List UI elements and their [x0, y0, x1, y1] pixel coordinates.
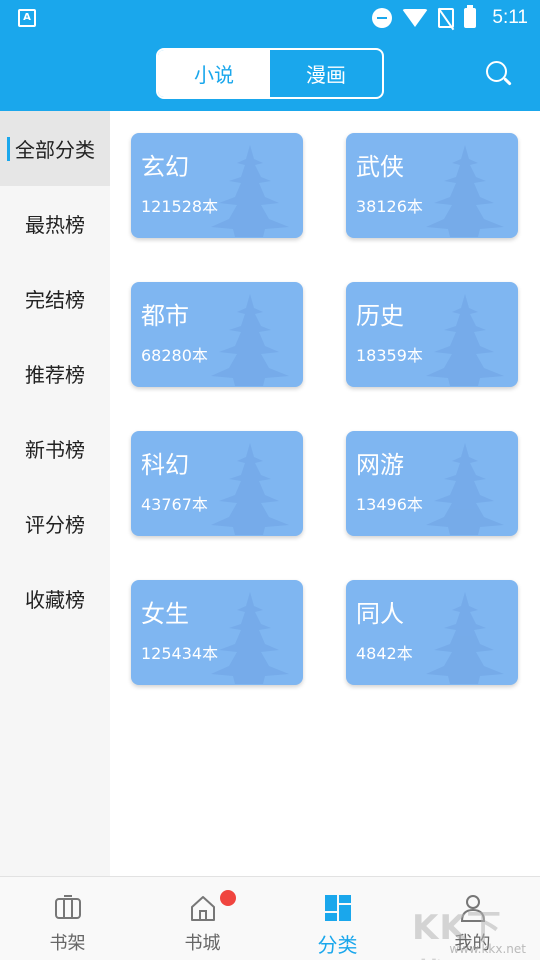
nav-category[interactable]: 分类 — [270, 877, 405, 960]
category-name: 网游 — [356, 451, 404, 479]
category-card[interactable]: 武侠 38126本 — [346, 133, 518, 238]
category-count: 68280本 — [141, 346, 208, 365]
pagoda-decoration-icon — [211, 443, 289, 535]
category-name: 同人 — [356, 600, 404, 628]
category-count: 43767本 — [141, 495, 208, 514]
category-name: 都市 — [141, 302, 189, 330]
status-icons: 5:11 — [372, 5, 528, 30]
bottom-nav: 书架 书城 分类 我的 — [0, 876, 540, 960]
category-count: 38126本 — [356, 197, 423, 216]
category-grid-icon — [324, 895, 351, 921]
pagoda-decoration-icon — [426, 145, 504, 237]
category-card[interactable]: 科幻 43767本 — [131, 431, 303, 536]
category-name: 武侠 — [356, 153, 404, 181]
header: 小说 漫画 — [0, 36, 540, 111]
sidebar-item-favorites[interactable]: 收藏榜 — [0, 561, 110, 636]
nav-label: 书架 — [49, 933, 86, 954]
category-count: 18359本 — [356, 346, 423, 365]
status-bar: A 5:11 — [0, 0, 540, 36]
nav-bookstore[interactable]: 书城 — [135, 877, 270, 960]
pagoda-decoration-icon — [426, 294, 504, 386]
sidebar-item-completed[interactable]: 完结榜 — [0, 261, 110, 336]
sidebar-item-recommended[interactable]: 推荐榜 — [0, 336, 110, 411]
category-count: 125434本 — [141, 644, 219, 663]
category-count: 4842本 — [356, 644, 413, 663]
nav-label: 书城 — [184, 933, 221, 954]
tab-comic[interactable]: 漫画 — [270, 50, 382, 97]
status-time: 5:11 — [492, 7, 528, 28]
nav-bookshelf[interactable]: 书架 — [0, 877, 135, 960]
sidebar-item-new-books[interactable]: 新书榜 — [0, 411, 110, 486]
content-type-switch: 小说 漫画 — [156, 48, 384, 99]
notification-badge — [220, 890, 236, 906]
tab-novel[interactable]: 小说 — [158, 50, 270, 97]
category-name: 玄幻 — [141, 153, 189, 181]
user-icon — [460, 895, 485, 922]
category-count: 121528本 — [141, 197, 219, 216]
pagoda-decoration-icon — [211, 592, 289, 684]
sidebar: 全部分类 最热榜 完结榜 推荐榜 新书榜 评分榜 收藏榜 — [0, 111, 110, 876]
do-not-disturb-icon — [372, 8, 393, 28]
nav-label: 我的 — [454, 933, 491, 954]
nav-profile[interactable]: 我的 — [405, 877, 540, 960]
category-card[interactable]: 历史 18359本 — [346, 282, 518, 387]
pagoda-decoration-icon — [426, 592, 504, 684]
category-name: 科幻 — [141, 451, 189, 479]
category-count: 13496本 — [356, 495, 423, 514]
category-card[interactable]: 都市 68280本 — [131, 282, 303, 387]
category-name: 女生 — [141, 600, 189, 628]
search-icon[interactable] — [486, 61, 512, 87]
category-name: 历史 — [356, 302, 404, 330]
wifi-icon — [402, 9, 429, 27]
category-card[interactable]: 网游 13496本 — [346, 431, 518, 536]
sidebar-item-hottest[interactable]: 最热榜 — [0, 186, 110, 261]
battery-charging-icon — [464, 5, 477, 28]
pagoda-decoration-icon — [211, 145, 289, 237]
category-card[interactable]: 女生 125434本 — [131, 580, 303, 685]
nav-label: 分类 — [317, 933, 358, 957]
category-card[interactable]: 同人 4842本 — [346, 580, 518, 685]
bookshelf-icon — [54, 895, 81, 919]
pagoda-decoration-icon — [211, 294, 289, 386]
app-notification-icon: A — [18, 9, 36, 27]
home-icon — [190, 896, 215, 921]
pagoda-decoration-icon — [426, 443, 504, 535]
category-card[interactable]: 玄幻 121528本 — [131, 133, 303, 238]
sidebar-item-all-categories[interactable]: 全部分类 — [0, 111, 110, 186]
no-sim-icon — [438, 8, 455, 28]
sidebar-item-rating[interactable]: 评分榜 — [0, 486, 110, 561]
category-grid: 玄幻 121528本 武侠 38126本 都市 68280本 历史 18359本… — [110, 111, 540, 876]
